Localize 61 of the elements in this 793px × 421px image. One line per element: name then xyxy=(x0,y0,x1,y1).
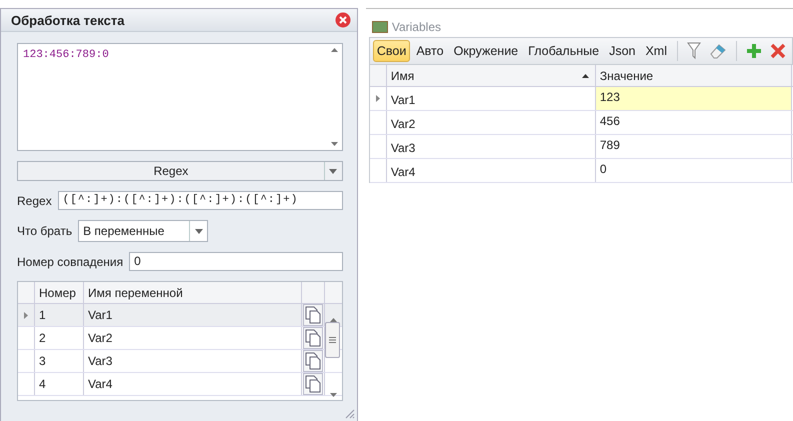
column-header[interactable]: Значение xyxy=(596,65,792,86)
table-cell: 4 xyxy=(35,373,84,395)
tab[interactable]: Xml xyxy=(641,40,671,62)
table-cell: Var2 xyxy=(84,327,302,349)
tab[interactable]: Окружение xyxy=(450,40,522,62)
filter-icon[interactable] xyxy=(687,42,701,60)
scroll-thumb[interactable] xyxy=(324,322,340,358)
tab[interactable]: Json xyxy=(605,40,640,62)
panel-title: Обработка текста xyxy=(11,12,124,28)
table-cell: Var3 xyxy=(386,135,596,158)
table-cell: Var2 xyxy=(386,111,596,134)
mode-dropdown[interactable]: Regex xyxy=(17,161,343,181)
table-cell: Var1 xyxy=(84,304,302,326)
copy-icon[interactable] xyxy=(302,373,323,395)
grip-icon xyxy=(328,337,336,343)
table-cell: Var4 xyxy=(386,159,596,182)
match-number-label: Номер совпадения xyxy=(17,254,124,268)
table-cell: Var4 xyxy=(84,373,302,395)
table-row[interactable]: Var4 0 xyxy=(370,159,793,183)
text-area[interactable]: 123:456:789:0 xyxy=(17,43,343,151)
eraser-icon[interactable] xyxy=(709,43,727,59)
table-cell: 456 xyxy=(596,111,792,134)
regex-label: Regex xyxy=(17,194,52,208)
sort-ascending-icon xyxy=(582,74,589,78)
regex-field[interactable]: ([^:]+):([^:]+):([^:]+):([^:]+) xyxy=(58,191,343,210)
table-row[interactable]: 1 Var1 xyxy=(18,304,342,327)
tab[interactable]: Глобальные xyxy=(524,40,604,62)
table-cell: 1 xyxy=(35,304,84,326)
add-icon[interactable] xyxy=(746,43,762,59)
close-icon[interactable] xyxy=(334,12,351,28)
column-header[interactable]: Имя xyxy=(386,65,596,86)
take-label: Что брать xyxy=(17,224,72,238)
take-dropdown[interactable]: В переменные xyxy=(78,220,208,242)
table-row[interactable]: Var3 789 xyxy=(370,135,793,159)
table-cell: 3 xyxy=(35,350,84,372)
scroll-up-icon[interactable] xyxy=(331,48,338,52)
board-icon xyxy=(372,21,388,33)
table-row[interactable]: Var1 123 xyxy=(370,87,793,111)
match-number-field[interactable]: 0 xyxy=(129,252,343,271)
column-header[interactable]: Номер xyxy=(35,282,84,303)
caret-icon[interactable] xyxy=(194,228,203,234)
row-pointer-icon xyxy=(24,312,28,318)
tab[interactable]: Авто xyxy=(412,40,448,62)
table-cell: 0 xyxy=(596,159,792,182)
table-cell: 2 xyxy=(35,327,84,349)
caret-icon[interactable] xyxy=(329,168,338,174)
column-header[interactable]: Имя переменной xyxy=(84,282,302,303)
scroll-down-icon[interactable] xyxy=(330,393,337,397)
delete-icon[interactable] xyxy=(770,43,786,59)
table-cell: Var3 xyxy=(84,350,302,372)
copy-icon[interactable] xyxy=(302,304,323,326)
tab[interactable]: Свои xyxy=(372,40,410,62)
table-cell: 789 xyxy=(596,135,792,158)
table-row[interactable]: 4 Var4 xyxy=(18,373,342,396)
table-cell: 123 xyxy=(596,87,792,110)
window-title: Variables xyxy=(392,20,441,34)
scroll-down-icon[interactable] xyxy=(331,142,338,146)
table-row[interactable]: Var2 456 xyxy=(370,111,793,135)
copy-icon[interactable] xyxy=(302,327,323,349)
row-pointer-icon xyxy=(376,95,380,102)
copy-icon[interactable] xyxy=(302,350,323,372)
